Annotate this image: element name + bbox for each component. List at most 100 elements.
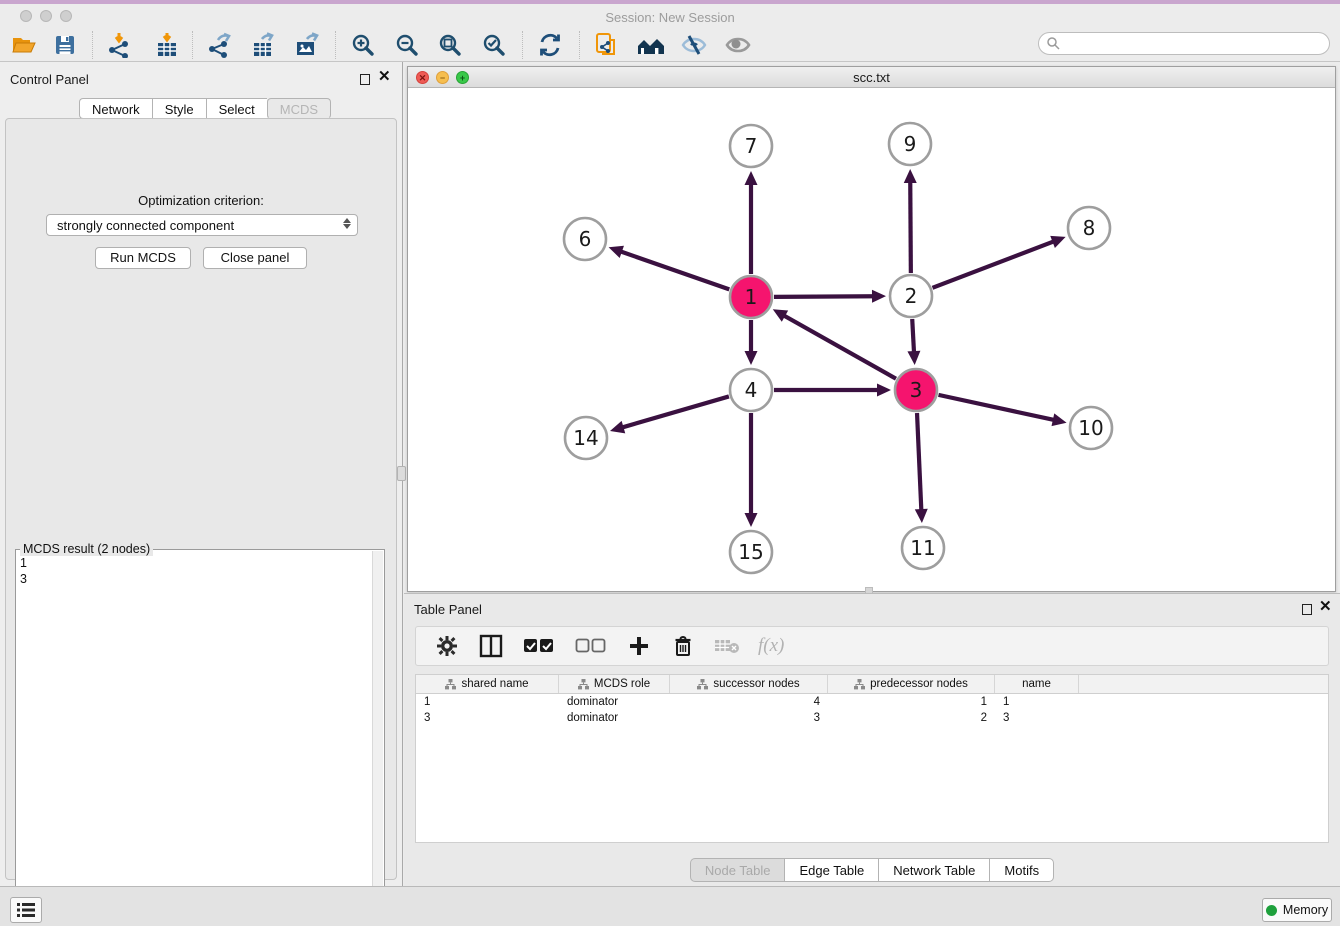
search-input[interactable]	[1061, 37, 1311, 51]
dropdown-stepper-icon	[343, 218, 351, 229]
column-header-predecessor-nodes[interactable]: predecessor nodes	[828, 675, 995, 693]
first-neighbors-icon[interactable]	[636, 31, 666, 59]
tab-motifs[interactable]: Motifs	[989, 858, 1054, 882]
edge-2-8[interactable]	[932, 241, 1055, 288]
import-table-icon[interactable]	[152, 31, 182, 59]
cell-predecessor-nodes[interactable]: 2	[828, 712, 995, 724]
export-table-icon[interactable]	[248, 31, 278, 59]
cell-mcds-role[interactable]: dominator	[559, 712, 670, 724]
main-toolbar	[0, 28, 1340, 62]
cell-shared-name[interactable]: 3	[416, 712, 559, 724]
edge-4-14[interactable]	[621, 396, 729, 428]
tab-network-table[interactable]: Network Table	[878, 858, 989, 882]
open-file-icon[interactable]	[9, 31, 39, 59]
deselect-all-icon[interactable]	[574, 633, 608, 659]
tab-network[interactable]: Network	[79, 98, 152, 119]
edge-1-6[interactable]	[619, 251, 729, 290]
flow-icon	[445, 679, 456, 690]
arrowhead-icon	[745, 171, 758, 185]
automation-panel-button[interactable]	[10, 897, 42, 923]
table-row[interactable]: 3 dominator 3 2 3	[416, 710, 1328, 726]
close-table-panel-icon[interactable]: ✕	[1319, 600, 1332, 614]
search-box[interactable]	[1038, 32, 1330, 55]
edge-3-1[interactable]	[782, 315, 896, 379]
zoom-in-icon[interactable]	[348, 31, 378, 59]
column-header-mcds-role[interactable]: MCDS role	[559, 675, 670, 693]
edge-2-3[interactable]	[912, 319, 914, 354]
edge-2-9[interactable]	[910, 180, 911, 273]
tab-style[interactable]: Style	[152, 98, 206, 119]
optimization-criterion-label: Optimization criterion:	[6, 193, 396, 208]
export-network-icon[interactable]	[204, 31, 234, 59]
column-header-successor-nodes[interactable]: successor nodes	[670, 675, 828, 693]
node-label: 1	[745, 285, 758, 309]
result-scrollbar[interactable]	[372, 551, 383, 921]
zoom-out-icon[interactable]	[392, 31, 422, 59]
arrowhead-icon	[877, 384, 891, 397]
arrowhead-icon	[609, 246, 624, 258]
table-header-row: shared name MCDS role successor nodes pr…	[416, 675, 1328, 694]
node-label: 15	[738, 540, 763, 564]
close-panel-icon[interactable]: ✕	[378, 70, 391, 84]
select-all-icon[interactable]	[522, 633, 556, 659]
memory-label: Memory	[1283, 903, 1328, 917]
memory-status-icon	[1266, 905, 1277, 916]
node-label: 11	[910, 536, 935, 560]
network-canvas[interactable]: 7968124314101511	[408, 88, 1335, 591]
float-table-panel-icon[interactable]	[1302, 604, 1312, 615]
arrowhead-icon	[904, 169, 917, 183]
node-table: shared name MCDS role successor nodes pr…	[415, 674, 1329, 843]
import-network-icon[interactable]	[104, 31, 134, 59]
cell-shared-name[interactable]: 1	[416, 696, 559, 708]
table-panel: Table Panel ✕ f(x) shared name	[404, 593, 1340, 886]
edge-1-2[interactable]	[774, 296, 875, 297]
tab-mcds[interactable]: MCDS	[267, 98, 331, 119]
network-window-title: scc.txt	[408, 70, 1335, 85]
network-window-titlebar[interactable]: ✕ − + scc.txt	[408, 67, 1335, 88]
hide-selected-icon[interactable]	[679, 31, 709, 59]
column-header-shared-name[interactable]: shared name	[416, 675, 559, 693]
node-label: 10	[1078, 416, 1103, 440]
cell-successor-nodes[interactable]: 4	[670, 696, 828, 708]
mcds-result-box: MCDS result (2 nodes) 1 3	[15, 549, 385, 921]
share-session-icon[interactable]	[592, 31, 622, 59]
save-session-icon[interactable]	[50, 31, 80, 59]
node-label: 8	[1083, 216, 1096, 240]
toolbar-separator	[522, 31, 523, 59]
edge-3-11[interactable]	[917, 413, 921, 512]
zoom-fit-icon[interactable]	[435, 31, 465, 59]
arrowhead-icon	[907, 351, 920, 365]
node-label: 7	[745, 134, 758, 158]
cell-name[interactable]: 3	[995, 712, 1079, 724]
delete-column-icon[interactable]	[670, 633, 696, 659]
table-panel-title: Table Panel	[414, 602, 482, 617]
settings-gear-icon[interactable]	[434, 633, 460, 659]
cell-successor-nodes[interactable]: 3	[670, 712, 828, 724]
table-row[interactable]: 1 dominator 4 1 1	[416, 694, 1328, 710]
node-label: 9	[904, 132, 917, 156]
split-table-icon[interactable]	[478, 633, 504, 659]
export-image-icon[interactable]	[292, 31, 322, 59]
panel-splitter-handle[interactable]	[397, 466, 406, 481]
add-column-icon[interactable]	[626, 633, 652, 659]
tab-node-table[interactable]: Node Table	[690, 858, 785, 882]
close-panel-button[interactable]: Close panel	[203, 247, 307, 269]
tab-edge-table[interactable]: Edge Table	[784, 858, 878, 882]
edge-3-10[interactable]	[938, 395, 1055, 420]
criterion-dropdown[interactable]: strongly connected component	[46, 214, 358, 236]
run-mcds-button[interactable]: Run MCDS	[95, 247, 191, 269]
apply-layout-icon[interactable]	[535, 31, 565, 59]
tab-select[interactable]: Select	[206, 98, 267, 119]
cell-name[interactable]: 1	[995, 696, 1079, 708]
control-panel-tabs: Network Style Select MCDS	[79, 98, 331, 119]
arrowhead-icon	[872, 290, 886, 303]
column-header-name[interactable]: name	[995, 675, 1079, 693]
cell-predecessor-nodes[interactable]: 1	[828, 696, 995, 708]
memory-button[interactable]: Memory	[1262, 898, 1332, 922]
cell-mcds-role[interactable]: dominator	[559, 696, 670, 708]
show-all-icon[interactable]	[723, 31, 753, 59]
float-panel-icon[interactable]	[360, 74, 370, 85]
mcds-result-title: MCDS result (2 nodes)	[20, 542, 153, 556]
flow-icon	[578, 679, 589, 690]
zoom-selected-icon[interactable]	[479, 31, 509, 59]
